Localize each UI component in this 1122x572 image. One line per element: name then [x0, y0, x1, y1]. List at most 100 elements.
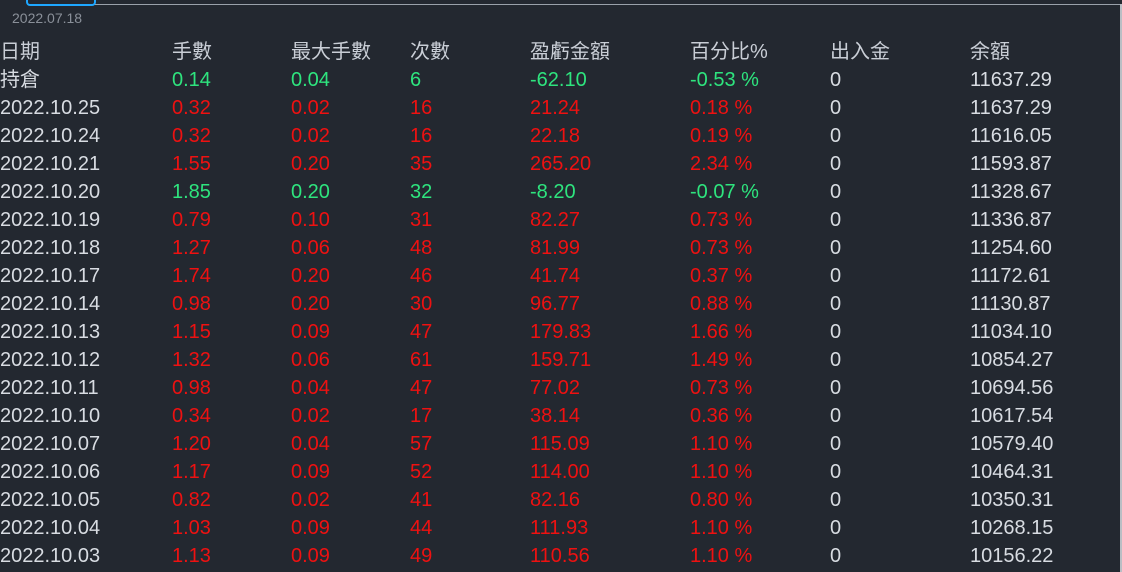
table-row[interactable]: 2022.10.03 1.13 0.09 49 110.56 1.10 % 0 10156.2… [0, 542, 1110, 570]
partial-date-label: 2022.07.18 [12, 10, 83, 26]
col-header-pnl[interactable]: 盈虧金額 [530, 38, 690, 66]
cell-balance: 10579.40 [970, 433, 1054, 455]
col-header-percent[interactable]: 百分比% [690, 38, 830, 66]
table-row[interactable]: 2022.10.24 0.32 0.02 16 22.18 0.19 % 0 11616.05 [0, 122, 1110, 150]
cell-lots: 1.74 [172, 265, 211, 287]
cell-balance: 11336.87 [970, 209, 1052, 231]
cell-date: 2022.10.24 [0, 125, 101, 147]
cell-date: 2022.10.17 [0, 265, 101, 287]
table-row[interactable]: 2022.10.18 1.27 0.06 48 81.99 0.73 % 0 11254.60 [0, 234, 1110, 262]
cell-count: 41 [410, 489, 433, 511]
cell-cash-flow: 0 [830, 405, 842, 427]
cell-balance: 11637.29 [970, 97, 1052, 119]
cell-max-lots: 0.02 [291, 405, 330, 427]
cell-cash-flow: 0 [830, 237, 842, 259]
col-header-count[interactable]: 次數 [410, 38, 530, 66]
daily-report-panel: 2022.07.18 日期 手數 最大手數 次數 盈虧金額 百分比% 出入金 余… [0, 0, 1122, 572]
cell-pnl: 110.56 [530, 545, 590, 567]
cell-cash-flow: 0 [830, 545, 842, 567]
cell-cash-flow: 0 [830, 153, 842, 175]
cell-count: 47 [410, 377, 433, 399]
cell-count: 48 [410, 237, 433, 259]
cell-percent: 0.36 % [690, 405, 753, 427]
cell-percent: -0.53 % [690, 69, 759, 91]
cell-balance: 11593.87 [970, 153, 1052, 175]
cell-date: 2022.10.12 [0, 349, 101, 371]
col-header-cash-flow[interactable]: 出入金 [830, 38, 970, 66]
cell-date: 2022.10.04 [0, 517, 101, 539]
cell-max-lots: 0.02 [291, 125, 330, 147]
cell-lots: 1.17 [172, 461, 211, 483]
cell-lots: 0.98 [172, 293, 211, 315]
col-header-date[interactable]: 日期 [0, 38, 172, 66]
cell-percent: 2.34 % [690, 153, 753, 175]
cell-cash-flow: 0 [830, 293, 842, 315]
cell-pnl: 77.02 [530, 377, 581, 399]
table-row[interactable]: 持倉 0.14 0.04 6 -62.10 -0.53 % 0 11637.29 [0, 66, 1110, 94]
table-row[interactable]: 2022.10.05 0.82 0.02 41 82.16 0.80 % 0 10350.31 [0, 486, 1110, 514]
cell-date: 2022.10.20 [0, 181, 101, 203]
cell-lots: 0.98 [172, 377, 211, 399]
table-row[interactable]: 2022.10.25 0.32 0.02 16 21.24 0.18 % 0 11637.29 [0, 94, 1110, 122]
cell-max-lots: 0.04 [291, 377, 330, 399]
cell-max-lots: 0.02 [291, 489, 330, 511]
cell-cash-flow: 0 [830, 265, 842, 287]
cell-max-lots: 0.09 [291, 321, 330, 343]
cell-cash-flow: 0 [830, 461, 842, 483]
col-header-balance[interactable]: 余額 [970, 38, 1110, 66]
cell-count: 17 [410, 405, 433, 427]
cell-lots: 1.85 [172, 181, 211, 203]
active-tab-indicator[interactable] [26, 0, 96, 6]
table-row[interactable]: 2022.10.11 0.98 0.04 47 77.02 0.73 % 0 10694.56 [0, 374, 1110, 402]
cell-date: 2022.10.11 [0, 377, 99, 399]
table-row[interactable]: 2022.10.14 0.98 0.20 30 96.77 0.88 % 0 11130.87 [0, 290, 1110, 318]
cell-max-lots: 0.09 [291, 545, 330, 567]
table-row[interactable]: 2022.10.19 0.79 0.10 31 82.27 0.73 % 0 11336.87 [0, 206, 1110, 234]
cell-pnl: 179.83 [530, 321, 592, 343]
table-row[interactable]: 2022.10.04 1.03 0.09 44 111.93 1.10 % 0 10268.1… [0, 514, 1110, 542]
table-row[interactable]: 2022.10.21 1.55 0.20 35 265.20 2.34 % 0 11593.8… [0, 150, 1110, 178]
cell-count: 16 [410, 125, 433, 147]
cell-cash-flow: 0 [830, 209, 842, 231]
cell-percent: 1.10 % [690, 517, 753, 539]
cell-lots: 0.14 [172, 69, 211, 91]
cell-cash-flow: 0 [830, 433, 842, 455]
col-header-lots[interactable]: 手數 [172, 38, 291, 66]
table-row[interactable]: 2022.10.13 1.15 0.09 47 179.83 1.66 % 0 11034.1… [0, 318, 1110, 346]
cell-balance: 10694.56 [970, 377, 1054, 399]
cell-date: 2022.10.14 [0, 293, 101, 315]
cell-count: 44 [410, 517, 433, 539]
cell-balance: 11172.61 [970, 265, 1051, 287]
cell-date: 2022.10.10 [0, 405, 101, 427]
cell-balance: 10268.15 [970, 517, 1054, 539]
table-row[interactable]: 2022.10.10 0.34 0.02 17 38.14 0.36 % 0 10617.54 [0, 402, 1110, 430]
cell-balance: 10350.31 [970, 489, 1054, 511]
cell-pnl: 96.77 [530, 293, 581, 315]
cell-balance: 11328.67 [970, 181, 1052, 203]
table-row[interactable]: 2022.10.20 1.85 0.20 32 -8.20 -0.07 % 0 11328.6… [0, 178, 1110, 206]
cell-date: 2022.10.19 [0, 209, 101, 231]
cell-percent: 0.37 % [690, 265, 753, 287]
table-row[interactable]: 2022.10.12 1.32 0.06 61 159.71 1.49 % 0 10854.2… [0, 346, 1110, 374]
cell-percent: 0.19 % [690, 125, 753, 147]
cell-cash-flow: 0 [830, 377, 842, 399]
col-header-max-lots[interactable]: 最大手數 [291, 38, 410, 66]
cell-pnl: 22.18 [530, 125, 581, 147]
cell-date: 持倉 [0, 69, 40, 91]
cell-pnl: 159.71 [530, 349, 592, 371]
table-row[interactable]: 2022.10.06 1.17 0.09 52 114.00 1.10 % 0 10464.3… [0, 458, 1110, 486]
cell-percent: 0.18 % [690, 97, 753, 119]
cell-cash-flow: 0 [830, 125, 842, 147]
table-row[interactable]: 2022.10.17 1.74 0.20 46 41.74 0.37 % 0 11172.61 [0, 262, 1110, 290]
cell-balance: 10156.22 [970, 545, 1054, 567]
cell-max-lots: 0.20 [291, 265, 330, 287]
cell-percent: 1.49 % [690, 349, 753, 371]
table-row[interactable]: 2022.10.07 1.20 0.04 57 115.09 1.10 % 0 10579.4… [0, 430, 1110, 458]
cell-count: 47 [410, 321, 433, 343]
table-body: 持倉 0.14 0.04 6 -62.10 -0.53 % 0 11637.29 2022.10… [0, 66, 1110, 570]
cell-count: 46 [410, 265, 433, 287]
cell-date: 2022.10.07 [0, 433, 101, 455]
cell-cash-flow: 0 [830, 517, 842, 539]
cell-percent: 0.88 % [690, 293, 753, 315]
cell-lots: 0.32 [172, 97, 211, 119]
